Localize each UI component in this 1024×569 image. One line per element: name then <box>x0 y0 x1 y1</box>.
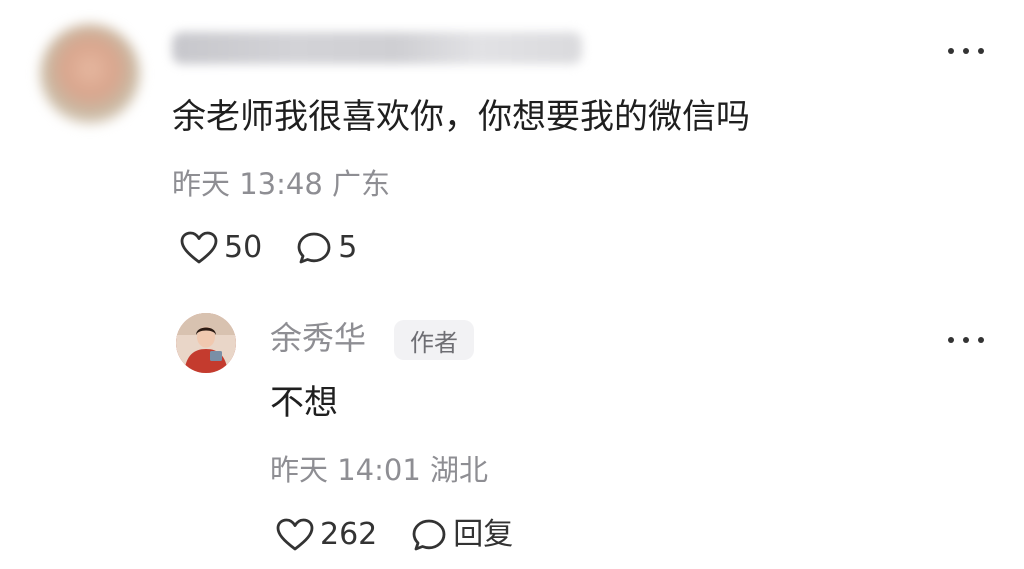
reply-author-avatar[interactable] <box>176 313 236 373</box>
heart-outline-icon <box>276 518 314 551</box>
reply-label: 回复 <box>453 517 514 552</box>
more-dot <box>948 48 954 54</box>
more-dot <box>963 337 969 343</box>
comment-actions: 50 5 <box>180 228 391 268</box>
comment-time: 昨天 13:48 <box>172 167 323 201</box>
reply-time: 昨天 14:01 <box>270 453 421 487</box>
more-dot <box>963 48 969 54</box>
comment-thread: 余老师我很喜欢你，你想要我的微信吗 昨天 13:48 广东 50 5 余秀华 作… <box>0 0 1024 569</box>
commenter-name-blurred[interactable] <box>172 32 582 64</box>
comment-replies-button[interactable]: 5 <box>296 231 357 265</box>
speech-bubble-icon <box>297 232 331 264</box>
reply-like-button[interactable]: 262 <box>276 518 377 552</box>
speech-bubble-icon <box>412 519 446 551</box>
comment-like-button[interactable]: 50 <box>180 231 262 265</box>
more-dot <box>948 337 954 343</box>
more-dot <box>978 48 984 54</box>
author-badge: 作者 <box>394 320 474 360</box>
reply-location: 湖北 <box>430 453 489 487</box>
commenter-avatar-blurred[interactable] <box>40 24 140 124</box>
comment-location: 广东 <box>332 167 391 201</box>
comment-reply-count: 5 <box>338 230 358 265</box>
heart-outline-icon <box>180 231 218 264</box>
reply-actions: 262 回复 <box>276 515 547 555</box>
comment-more-button[interactable] <box>948 45 984 57</box>
reply-text: 不想 <box>270 383 338 423</box>
reply-like-count: 262 <box>320 517 378 552</box>
reply-to-reply-button[interactable]: 回复 <box>411 518 513 552</box>
reply-author-name[interactable]: 余秀华 <box>270 322 366 354</box>
reply-meta: 昨天 14:01 湖北 <box>270 456 488 485</box>
author-portrait-image <box>176 313 236 373</box>
more-dot <box>978 337 984 343</box>
reply-more-button[interactable] <box>948 334 984 346</box>
comment-meta: 昨天 13:48 广东 <box>172 170 390 199</box>
comment-like-count: 50 <box>224 230 263 265</box>
comment-text: 余老师我很喜欢你，你想要我的微信吗 <box>172 97 750 137</box>
